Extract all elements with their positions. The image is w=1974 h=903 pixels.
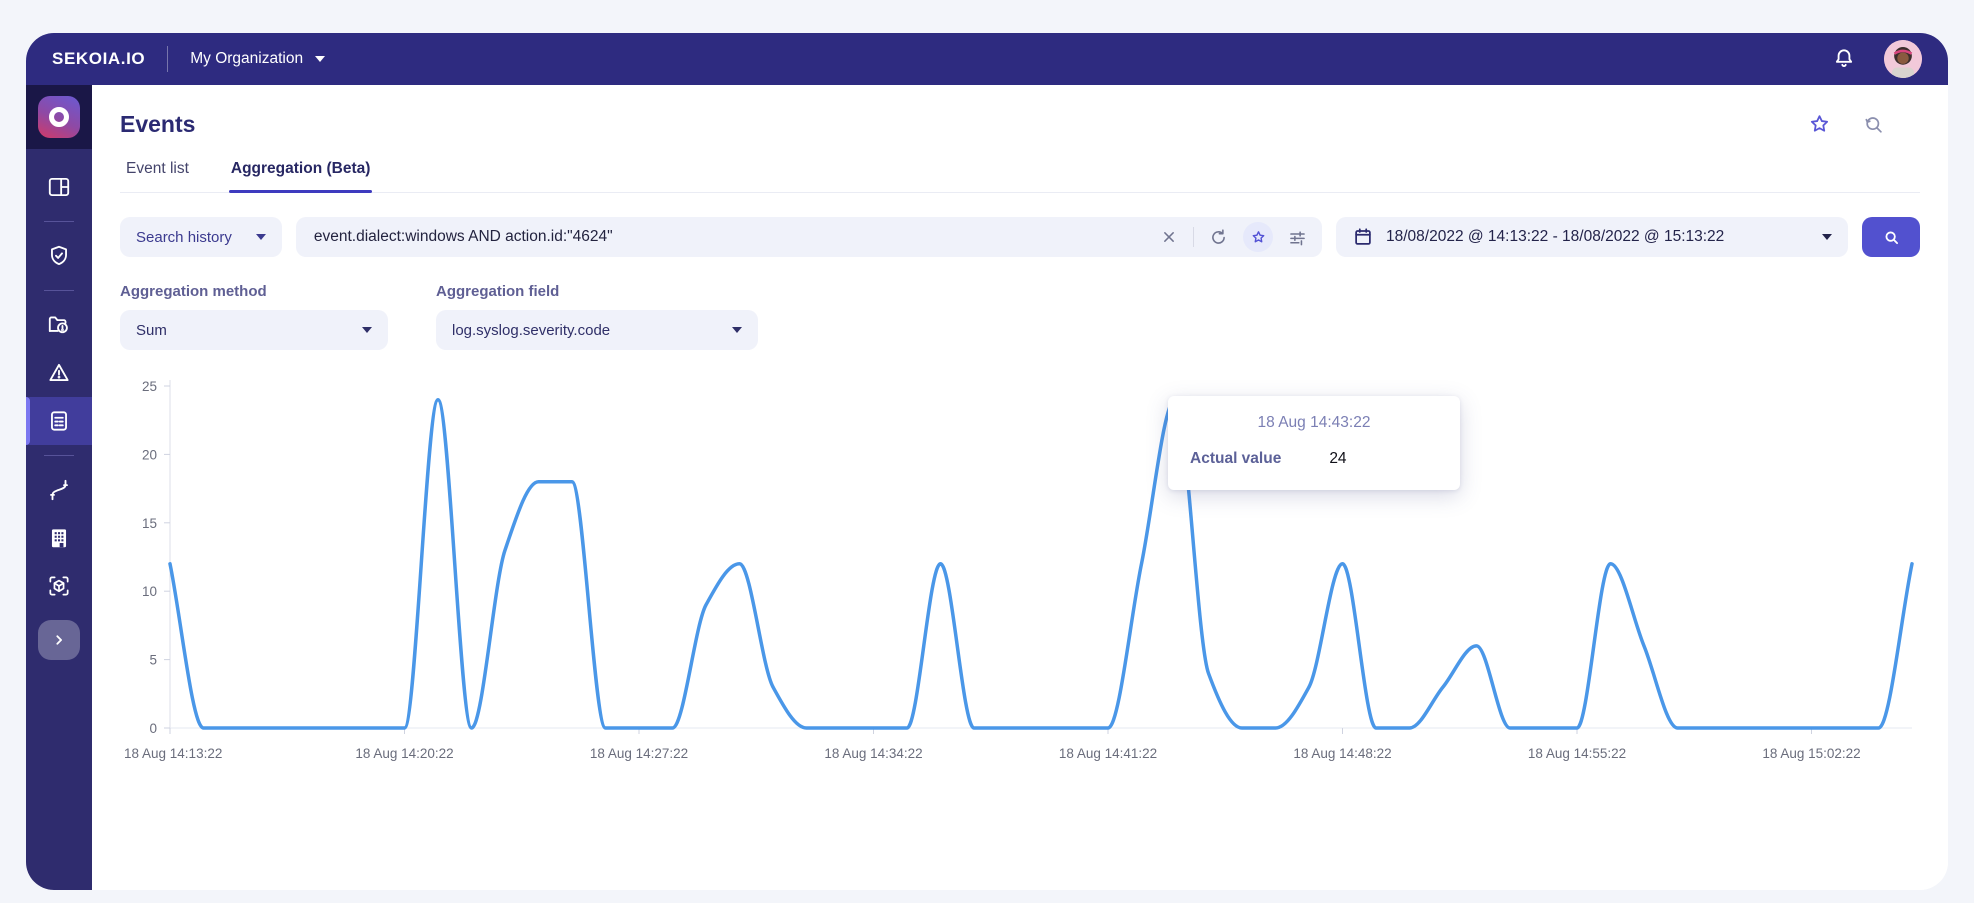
search-input[interactable] — [313, 228, 1159, 246]
y-tick-label: 25 — [142, 379, 157, 394]
aggregation-method-value: Sum — [136, 321, 167, 339]
search-submit-button[interactable] — [1862, 217, 1920, 257]
x-tick-label: 18 Aug 14:13:22 — [124, 746, 222, 761]
tab-aggregation[interactable]: Aggregation (Beta) — [228, 160, 373, 193]
search-history-button[interactable] — [1862, 113, 1886, 137]
organization-selector[interactable]: My Organization — [190, 50, 326, 68]
tooltip-value: 24 — [1329, 450, 1347, 467]
expand-chevron-icon — [56, 635, 62, 645]
org-logo[interactable] — [38, 96, 80, 138]
sidebar-item-alerts[interactable] — [26, 349, 92, 397]
sidebar-item-intakes[interactable] — [26, 466, 92, 514]
events-list-icon — [51, 411, 67, 431]
folder-alert-icon — [48, 316, 68, 334]
search-icon — [1885, 231, 1898, 244]
shield-check-icon — [51, 245, 67, 266]
sidebar-logo-block — [26, 85, 92, 149]
aggregation-field-select[interactable]: log.syslog.severity.code — [436, 310, 758, 350]
x-tick-label: 18 Aug 15:02:22 — [1762, 746, 1860, 761]
sidebar-expand-button[interactable] — [38, 620, 80, 660]
avatar-illustration — [1884, 40, 1922, 78]
alert-triangle-icon — [49, 363, 69, 381]
intake-cable-icon — [50, 479, 68, 501]
clear-search-button[interactable] — [1159, 227, 1179, 247]
chart-area: 0 5 10 15 20 25 18 Aug 14:13:22 18 Aug 14:20:22… — [120, 372, 1920, 772]
chevron-down-icon — [315, 56, 326, 62]
clear-icon — [1164, 232, 1174, 242]
app-window: SEKOIA.IO My Organization Events Event l… — [26, 33, 1948, 890]
chart-line — [168, 397, 1914, 730]
calendar-icon — [1355, 228, 1371, 245]
sidebar-item-cases[interactable] — [26, 301, 92, 349]
sidebar-divider — [44, 455, 74, 456]
sidebar-item-security[interactable] — [26, 232, 92, 280]
chevron-down-icon — [255, 234, 266, 240]
y-tick-label: 0 — [149, 721, 157, 736]
refresh-search-button[interactable] — [1208, 227, 1229, 248]
x-tick-label: 18 Aug 14:20:22 — [355, 746, 453, 761]
y-tick-label: 10 — [142, 584, 157, 599]
sidebar-divider — [44, 290, 74, 291]
sidebar-divider — [44, 221, 74, 222]
chevron-down-icon — [362, 327, 372, 333]
sidebar-item-sandbox[interactable] — [26, 562, 92, 610]
avatar[interactable] — [1884, 40, 1922, 78]
sidebar-item-community[interactable] — [26, 514, 92, 562]
page-title: Events — [120, 111, 196, 137]
x-tick-label: 18 Aug 14:34:22 — [824, 746, 922, 761]
tooltip-label: Actual value — [1190, 450, 1282, 467]
tab-event-list[interactable]: Event list — [124, 160, 191, 192]
chart-tooltip: 18 Aug 14:43:22 Actual value 24 — [1168, 396, 1460, 490]
x-tick-label: 18 Aug 14:55:22 — [1528, 746, 1626, 761]
x-tick-label: 18 Aug 14:27:22 — [590, 746, 688, 761]
refresh-icon — [1212, 228, 1225, 244]
date-range-value: 18/08/2022 @ 14:13:22 - 18/08/2022 @ 15:… — [1386, 228, 1725, 245]
tooltip-timestamp: 18 Aug 14:43:22 — [1257, 414, 1371, 431]
aggregation-method-label: Aggregation method — [120, 283, 267, 300]
sidebar-item-events[interactable] — [26, 397, 92, 445]
y-tick-label: 15 — [142, 516, 157, 531]
sidebar-item-dashboards[interactable] — [26, 163, 92, 211]
sidebar-nav — [26, 149, 92, 660]
sidebar — [26, 85, 92, 890]
aggregation-field-value: log.syslog.severity.code — [452, 321, 611, 339]
bell-icon — [1835, 49, 1853, 67]
topbar: SEKOIA.IO My Organization — [26, 33, 1948, 85]
org-logo-ring — [49, 107, 69, 127]
tab-bar: Event list Aggregation (Beta) — [120, 160, 1920, 193]
dashboard-icon — [48, 177, 70, 197]
topbar-divider — [167, 46, 169, 72]
aggregation-method-select[interactable]: Sum — [120, 310, 388, 350]
y-tick-label: 5 — [149, 653, 157, 668]
search-toolbar: Search history event.dialect:windows AND… — [120, 217, 1920, 257]
favorite-page-button[interactable] — [1807, 112, 1832, 137]
filters-icon — [1290, 230, 1305, 245]
favorite-star-icon — [1810, 115, 1829, 132]
search-history-dropdown[interactable]: Search history — [120, 217, 282, 257]
main-content: Events Event list Aggregation (Beta) Sea… — [92, 85, 1948, 890]
search-history-label: Search history — [136, 228, 232, 246]
chevron-down-icon — [732, 327, 742, 333]
aggregation-field-label: Aggregation field — [436, 283, 560, 300]
aggregation-chart[interactable]: 0 5 10 15 20 25 18 Aug 14:13:22 18 Aug 14:20:22… — [120, 372, 1920, 772]
organization-name: My Organization — [190, 50, 304, 67]
notifications-button[interactable] — [1830, 45, 1858, 73]
search-query-field[interactable] — [295, 217, 1322, 257]
advanced-filters-button[interactable] — [1287, 227, 1308, 248]
favorite-star-icon — [1252, 230, 1264, 242]
save-search-button[interactable] — [1243, 222, 1273, 252]
building-icon — [51, 529, 67, 548]
search-history-icon — [1865, 116, 1882, 133]
x-tick-label: 18 Aug 14:41:22 — [1059, 746, 1157, 761]
aggregation-controls: Aggregation method Sum Aggregation field… — [120, 283, 1920, 350]
x-tick-label: 18 Aug 14:48:22 — [1293, 746, 1391, 761]
field-divider — [1193, 227, 1194, 247]
date-range-picker[interactable]: 18/08/2022 @ 14:13:22 - 18/08/2022 @ 15:… — [1336, 217, 1848, 257]
brand-logo: SEKOIA.IO — [52, 49, 146, 68]
chevron-down-icon — [1822, 234, 1832, 240]
y-tick-label: 20 — [142, 447, 157, 462]
cube-scan-icon — [49, 576, 69, 596]
